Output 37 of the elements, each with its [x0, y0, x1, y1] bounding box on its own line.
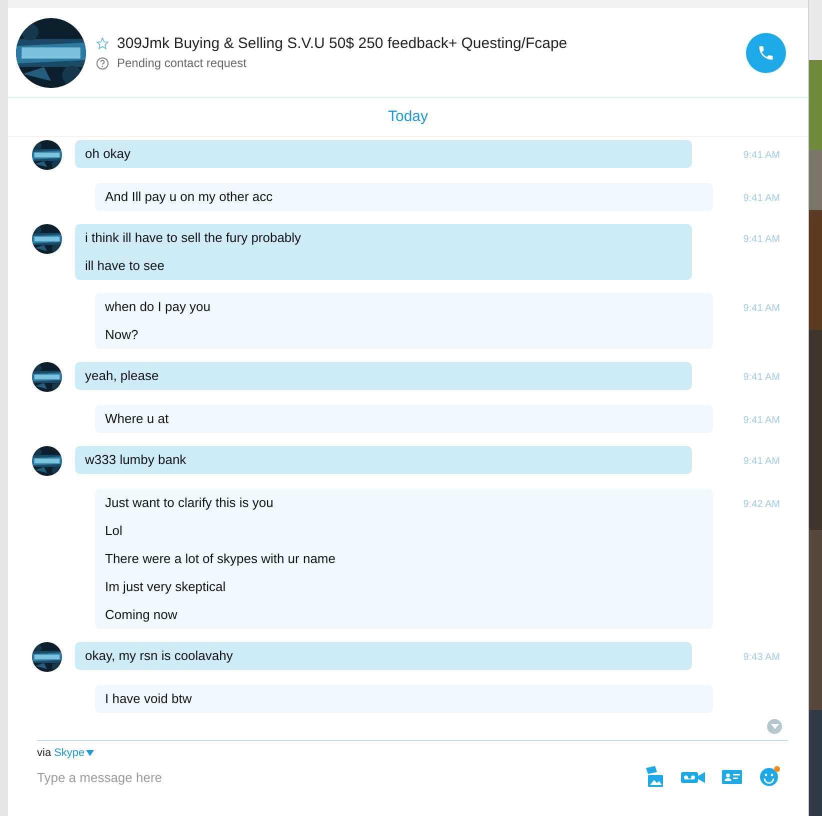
message-text: Im just very skeptical	[105, 578, 227, 596]
question-icon	[96, 56, 109, 70]
phone-icon	[757, 44, 775, 62]
message-time: 9:42 AM	[743, 499, 780, 510]
message-text: Just want to clarify this is you	[105, 494, 274, 512]
message-text: Now?	[105, 326, 140, 344]
message-text: yeah, please	[85, 367, 160, 385]
call-button[interactable]	[746, 32, 786, 72]
message-time: 9:41 AM	[743, 456, 780, 467]
message-text: Coming now	[105, 606, 178, 624]
star-icon[interactable]	[96, 37, 109, 50]
message-text: when do I pay you	[105, 298, 212, 316]
service-dropdown[interactable]: Skype	[54, 747, 94, 759]
message-text: There were a lot of skypes with ur name	[105, 550, 336, 568]
message-time: 9:41 AM	[743, 234, 780, 245]
message-text: Where u at	[105, 410, 170, 428]
message-time: 9:41 AM	[743, 150, 780, 161]
message-text: ill have to see	[85, 257, 166, 275]
message-time: 9:41 AM	[743, 415, 780, 426]
emoticon-icon[interactable]	[758, 765, 780, 789]
contact-status: Pending contact request	[117, 56, 246, 70]
message-time: 9:43 AM	[743, 652, 780, 663]
message-text: And Ill pay u on my other acc	[105, 188, 274, 206]
caret-icon	[770, 724, 778, 729]
message-text: okay, my rsn is coolavahy	[85, 647, 234, 665]
via-label: via	[37, 747, 52, 759]
contact-name: 309Jmk Buying & Selling S.V.U 50$ 250 feedback+ Questing/Fcape	[117, 35, 568, 52]
message-text: i think ill have to sell the fury probably	[85, 229, 302, 247]
message-time: 9:41 AM	[743, 193, 780, 204]
message-time: 9:41 AM	[743, 372, 780, 383]
message-text: oh okay	[85, 145, 132, 163]
message-time: 9:41 AM	[743, 303, 780, 314]
message-text: w333 lumby bank	[85, 451, 188, 469]
scroll-down-button[interactable]	[767, 719, 782, 734]
caret-icon	[86, 750, 94, 756]
message-text: I have void btw	[105, 690, 193, 708]
message-text: Lol	[105, 522, 124, 540]
